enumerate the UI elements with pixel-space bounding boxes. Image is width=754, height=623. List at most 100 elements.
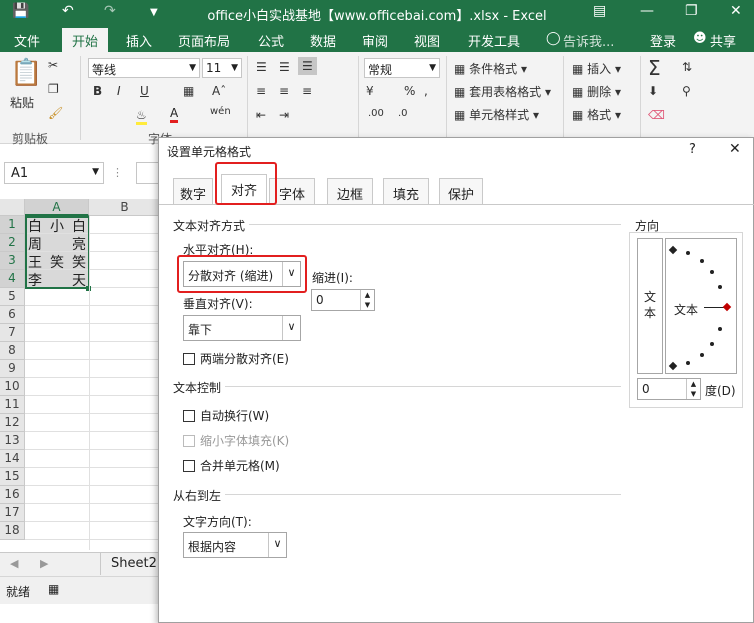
name-box[interactable]: A1 ▼	[4, 162, 104, 184]
row-header[interactable]: 2	[0, 234, 25, 252]
help-button[interactable]: ?	[689, 142, 696, 157]
shrink-to-fit-checkbox[interactable]: 缩小字体填充(K)	[183, 432, 289, 449]
paste-icon[interactable]: 📋	[10, 58, 42, 88]
paste-button[interactable]: 粘贴	[10, 94, 34, 111]
align-bottom-icon[interactable]: ☰	[298, 57, 317, 75]
tab-formulas[interactable]: 公式	[258, 31, 284, 50]
phonetic-icon[interactable]: wén	[210, 106, 231, 117]
row-header[interactable]: 3	[0, 252, 25, 270]
find-select-icon[interactable]: ⚲	[682, 84, 691, 98]
decrease-decimal-icon[interactable]: .0	[398, 108, 408, 119]
indent-spinner[interactable]: 0 ▲ ▼	[311, 289, 375, 311]
row-header[interactable]: 5	[0, 288, 25, 306]
row-header[interactable]: 18	[0, 522, 25, 540]
conditional-format-button[interactable]: ▦ 条件格式 ▾	[454, 60, 527, 77]
sign-in-link[interactable]: 登录	[650, 31, 676, 50]
restore-icon[interactable]: ❐	[685, 3, 698, 19]
comma-style-icon[interactable]: ,	[424, 84, 428, 98]
row-header[interactable]: 15	[0, 468, 25, 486]
tab-review[interactable]: 审阅	[362, 31, 388, 50]
text-direction-select[interactable]: 根据内容 ∨	[183, 532, 287, 558]
fill-color-icon[interactable]: ♨	[136, 108, 147, 125]
format-painter-icon[interactable]: 🖌	[48, 106, 63, 120]
merge-cells-checkbox[interactable]: 合并单元格(M)	[183, 457, 280, 474]
tab-developer[interactable]: 开发工具	[468, 31, 520, 50]
font-size-select[interactable]: 11 ▼	[202, 58, 242, 78]
currency-icon[interactable]: ¥	[366, 84, 374, 98]
vertical-text-button[interactable]: 文本	[637, 238, 663, 374]
select-all-corner[interactable]	[0, 199, 25, 216]
clear-icon[interactable]: ⌫	[648, 108, 665, 122]
row-header[interactable]: 7	[0, 324, 25, 342]
spinner-arrows-icon[interactable]: ▲ ▼	[360, 290, 374, 310]
tab-file[interactable]: 文件	[14, 31, 40, 50]
italic-button[interactable]: I	[117, 84, 121, 98]
orientation-handle[interactable]	[722, 302, 732, 312]
close-window-icon[interactable]: ✕	[730, 3, 742, 19]
minimize-icon[interactable]: —	[640, 3, 654, 19]
row-header[interactable]: 1	[0, 216, 25, 234]
row-header[interactable]: 9	[0, 360, 25, 378]
row-header[interactable]: 8	[0, 342, 25, 360]
tab-border[interactable]: 边框	[327, 178, 373, 204]
close-icon[interactable]: ✕	[729, 141, 741, 157]
align-left-icon[interactable]: ≡	[256, 84, 266, 98]
spinner-arrows-icon[interactable]: ▲ ▼	[686, 379, 700, 399]
copy-icon[interactable]: ❐	[48, 82, 59, 96]
column-header-b[interactable]: B	[89, 199, 161, 216]
row-header[interactable]: 4	[0, 270, 25, 288]
cell-styles-button[interactable]: ▦ 单元格样式 ▾	[454, 106, 539, 123]
fill-icon[interactable]: ⬇	[648, 84, 658, 98]
row-header[interactable]: 13	[0, 432, 25, 450]
font-name-select[interactable]: 等线 ▼	[88, 58, 200, 78]
wrap-text-checkbox[interactable]: 自动换行(W)	[183, 407, 269, 424]
justify-distributed-checkbox[interactable]: 两端分散对齐(E)	[183, 350, 289, 367]
delete-cells-button[interactable]: ▦ 删除 ▾	[572, 83, 621, 100]
align-middle-icon[interactable]: ☰	[279, 60, 290, 74]
format-cells-button[interactable]: ▦ 格式 ▾	[572, 106, 621, 123]
font-color-icon[interactable]: A	[170, 106, 179, 123]
number-format-select[interactable]: 常规 ▼	[364, 58, 440, 78]
tab-view[interactable]: 视图	[414, 31, 440, 50]
insert-cells-button[interactable]: ▦ 插入 ▾	[572, 60, 621, 77]
increase-decimal-icon[interactable]: .00	[368, 108, 384, 119]
decrease-indent-icon[interactable]: ⇤	[256, 108, 266, 122]
row-header[interactable]: 11	[0, 396, 25, 414]
tab-data[interactable]: 数据	[310, 31, 336, 50]
vertical-align-select[interactable]: 靠下 ∨	[183, 315, 301, 341]
tab-fill[interactable]: 填充	[383, 178, 429, 204]
row-header[interactable]: 12	[0, 414, 25, 432]
sheet-tab-sheet2[interactable]: Sheet2	[100, 553, 158, 575]
format-as-table-button[interactable]: ▦ 套用表格格式 ▾	[454, 83, 551, 100]
tell-me-search[interactable]: 告诉我...	[563, 31, 614, 50]
orientation-dial[interactable]: 文本	[665, 238, 737, 374]
tab-protection[interactable]: 保护	[439, 178, 483, 204]
row-header[interactable]: 10	[0, 378, 25, 396]
align-right-icon[interactable]: ≡	[302, 84, 312, 98]
row-header[interactable]: 6	[0, 306, 25, 324]
bold-button[interactable]: B	[93, 84, 102, 98]
scroll-right-icon[interactable]: ▶	[40, 557, 48, 570]
macro-record-icon[interactable]: ▦	[48, 582, 59, 596]
row-header[interactable]: 17	[0, 504, 25, 522]
ribbon-display-icon[interactable]: ▤	[593, 3, 606, 19]
scroll-left-icon[interactable]: ◀	[10, 557, 18, 570]
tab-insert[interactable]: 插入	[126, 31, 152, 50]
align-center-icon[interactable]: ≡	[279, 84, 289, 98]
borders-icon[interactable]: ▦	[183, 84, 194, 98]
row-header[interactable]: 16	[0, 486, 25, 504]
row-header[interactable]: 14	[0, 450, 25, 468]
cut-icon[interactable]: ✂	[48, 58, 58, 72]
percent-button[interactable]: %	[404, 84, 415, 98]
increase-indent-icon[interactable]: ⇥	[279, 108, 289, 122]
autosum-icon[interactable]: Σ	[648, 56, 661, 80]
underline-button[interactable]: U	[140, 84, 149, 98]
align-top-icon[interactable]: ☰	[256, 60, 267, 74]
degrees-spinner[interactable]: 0 ▲ ▼	[637, 378, 701, 400]
share-button[interactable]: 共享	[710, 31, 736, 50]
formula-bar-input[interactable]	[136, 162, 160, 184]
column-header-a[interactable]: A	[25, 199, 89, 216]
increase-font-icon[interactable]: Aˆ	[212, 84, 226, 98]
sort-filter-icon[interactable]: ⇅	[682, 60, 692, 74]
tab-number[interactable]: 数字	[173, 178, 213, 204]
